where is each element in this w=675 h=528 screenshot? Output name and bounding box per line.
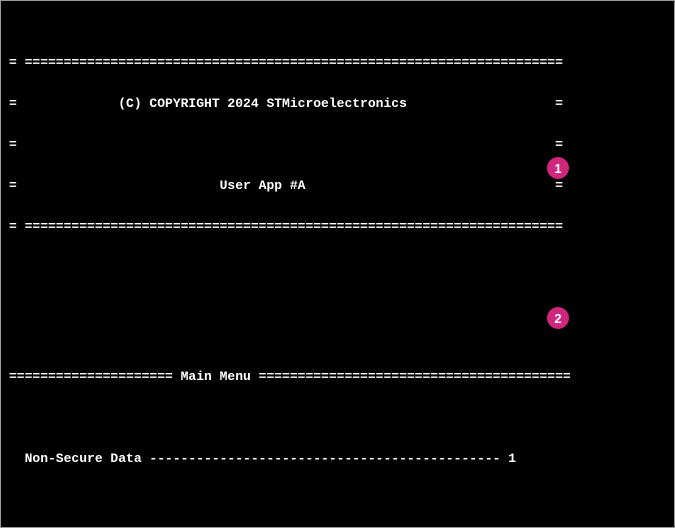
header-app-title: = User App #A = (9, 179, 666, 193)
header-blank: = = (9, 138, 666, 152)
main-menu-item-1[interactable]: Non-Secure Data ------------------------… (9, 452, 666, 466)
spacer (9, 274, 666, 288)
callout-badge-2: 2 (547, 307, 569, 329)
header-border-bottom: = ======================================… (9, 220, 666, 234)
spacer (9, 411, 666, 425)
header-border-top: = ======================================… (9, 56, 666, 70)
callout-number: 2 (554, 312, 561, 325)
header-copyright: = (C) COPYRIGHT 2024 STMicroelectronics … (9, 97, 666, 111)
terminal-window: = ======================================… (0, 0, 675, 528)
spacer (9, 492, 666, 506)
main-menu-title: ===================== Main Menu ========… (9, 370, 666, 384)
callout-badge-1: 1 (547, 157, 569, 179)
callout-number: 1 (554, 162, 561, 175)
